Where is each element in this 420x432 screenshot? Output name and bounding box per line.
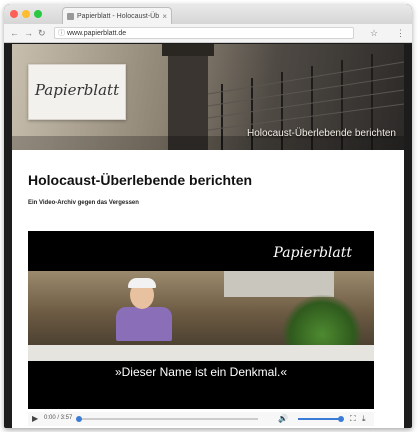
minimize-window-button[interactable] (22, 10, 30, 18)
video-logo: Papierblatt (273, 245, 352, 261)
video-background-board (224, 271, 334, 297)
page-title: Holocaust-Überlebende berichten (28, 172, 253, 188)
fullscreen-icon[interactable]: ⛶ (350, 414, 356, 424)
url-text: www.papierblatt.de (67, 30, 127, 37)
volume-knob[interactable] (338, 416, 344, 422)
banner-caption: Holocaust-Überlebende berichten (247, 128, 396, 139)
volume-slider[interactable] (298, 416, 344, 422)
video-frame (28, 271, 374, 361)
play-icon[interactable]: ▶ (32, 414, 38, 423)
video-subtitle: »Dieser Name ist ein Denkmal.« (114, 365, 288, 379)
tab-title: Papierblatt - Holocaust-Üb (77, 13, 160, 20)
browser-tab[interactable]: Papierblatt - Holocaust-Üb × (62, 7, 172, 24)
header-banner: Papierblatt Holocaust-Überlebende berich… (12, 44, 404, 150)
progress-bar[interactable] (76, 416, 258, 422)
browser-window: Papierblatt - Holocaust-Üb × ← → ↻ ⓘ www… (4, 4, 412, 428)
site-logo-text: Papierblatt (34, 81, 120, 99)
progress-knob[interactable] (76, 416, 82, 422)
site-logo[interactable]: Papierblatt (28, 64, 126, 120)
bookmark-star-icon[interactable]: ☆ (370, 27, 378, 39)
close-tab-icon[interactable]: × (162, 8, 167, 24)
web-page: Papierblatt Holocaust-Überlebende berich… (12, 44, 404, 428)
video-controls: ▶ 0:00 / 3:57 🔊 ⛶ ⤓ (28, 412, 374, 426)
back-arrow-icon[interactable]: ← (10, 26, 19, 40)
volume-icon[interactable]: 🔊 (278, 414, 288, 423)
maximize-window-button[interactable] (34, 10, 42, 18)
title-bar: Papierblatt - Holocaust-Üb × (4, 4, 412, 25)
forward-arrow-icon[interactable]: → (24, 26, 33, 40)
browser-menu-icon[interactable]: ⋮ (396, 27, 405, 39)
video-table (28, 345, 374, 361)
url-input[interactable]: ⓘ www.papierblatt.de (54, 27, 354, 39)
page-subtitle: Ein Video-Archiv gegen das Vergessen (28, 200, 139, 206)
reload-icon[interactable]: ↻ (38, 26, 46, 40)
video-player[interactable]: Papierblatt »Dieser Name ist ein Denkmal… (28, 231, 374, 409)
video-time: 0:00 / 3:57 (44, 415, 73, 421)
video-person (116, 278, 172, 341)
favicon-icon (67, 13, 74, 20)
download-icon[interactable]: ⤓ (362, 414, 366, 424)
close-window-button[interactable] (10, 10, 18, 18)
address-bar-row: ← → ↻ ⓘ www.papierblatt.de ☆ ⋮ (4, 24, 412, 43)
site-info-icon[interactable]: ⓘ (58, 28, 65, 40)
